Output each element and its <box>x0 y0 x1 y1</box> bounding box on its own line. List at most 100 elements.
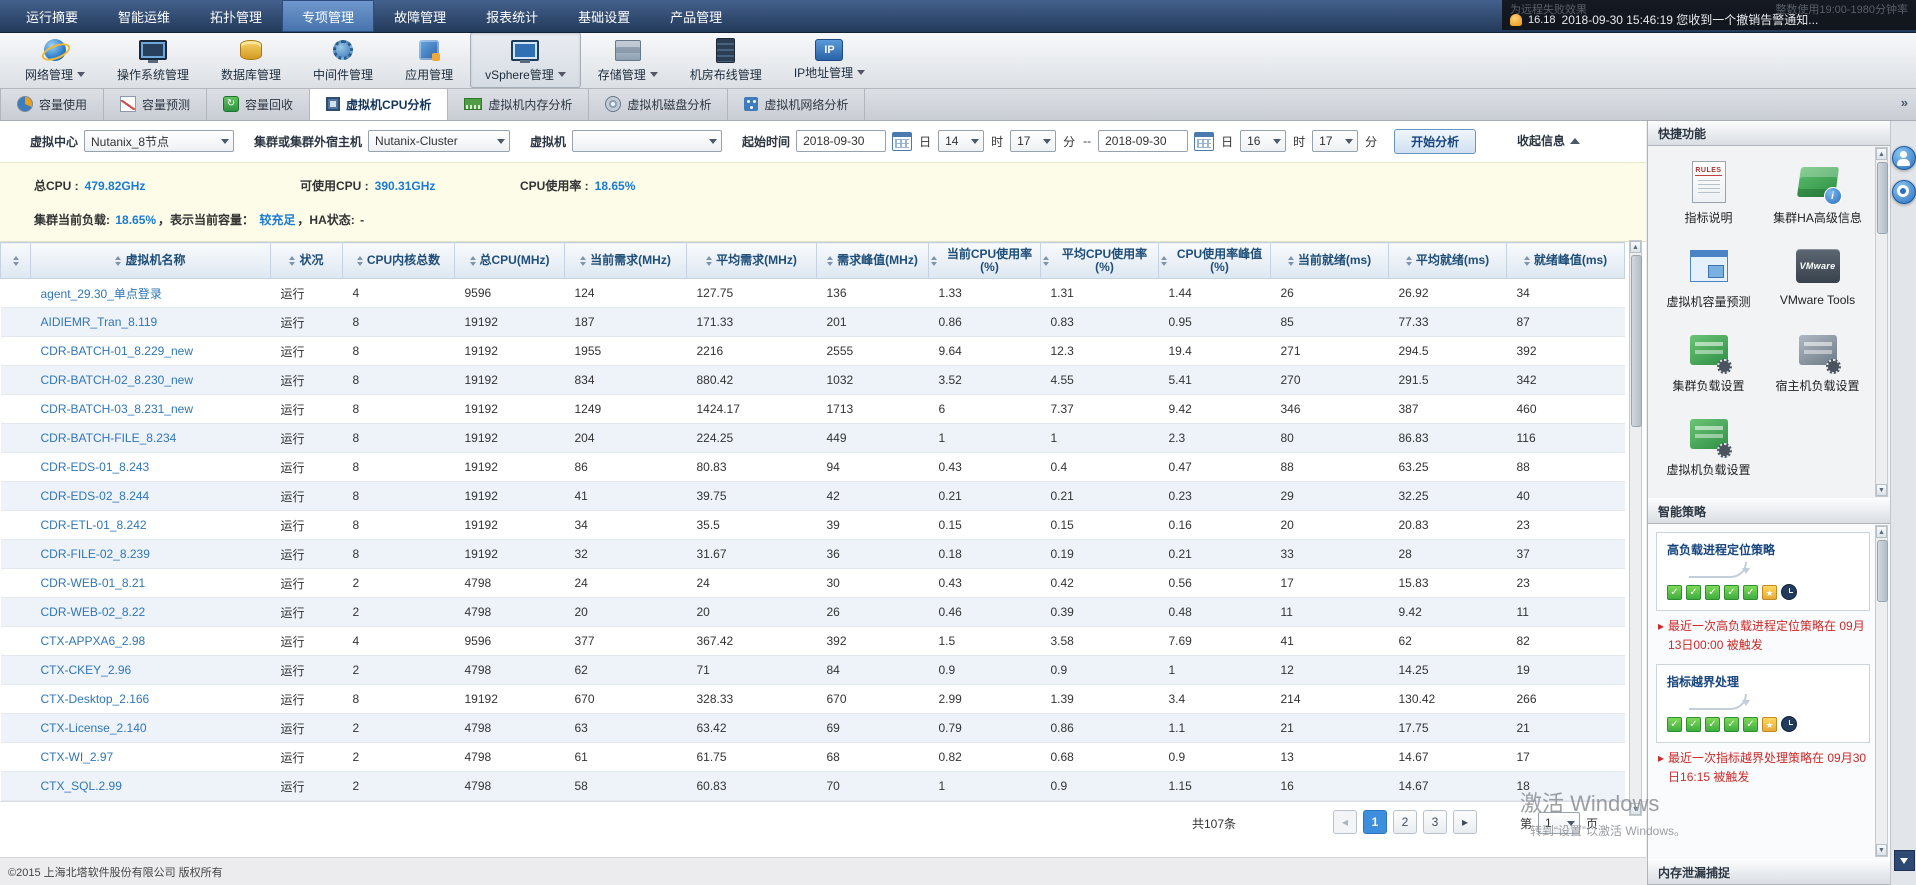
capacity-status-link[interactable]: 较充足 <box>259 211 295 228</box>
column-header[interactable]: 平均需求(MHz) <box>686 242 817 279</box>
scrollbar-thumb[interactable] <box>1631 255 1642 427</box>
column-header[interactable]: 当前CPU使用率(%) <box>928 242 1041 279</box>
tool-item-机房布线管理[interactable]: 机房布线管理 <box>675 32 777 88</box>
tools-float-icon[interactable] <box>1891 180 1916 204</box>
quick-item-宿主机负载设置[interactable]: 宿主机负载设置 <box>1763 328 1872 394</box>
tab-虚拟机网络分析[interactable]: 虚拟机网络分析 <box>728 88 866 120</box>
scrollbar-thumb[interactable] <box>1877 540 1888 602</box>
calendar-icon[interactable] <box>1194 131 1215 151</box>
vm-select[interactable] <box>572 130 723 152</box>
quick-item-集群负载设置[interactable]: 集群负载设置 <box>1654 328 1763 394</box>
vm-name-link[interactable]: CDR-BATCH-FILE_8.234 <box>41 431 177 445</box>
nav-item-拓扑管理[interactable]: 拓扑管理 <box>190 0 282 32</box>
column-header[interactable]: 当前需求(MHz) <box>564 242 687 279</box>
scroll-up-icon[interactable]: ▲ <box>1876 148 1887 160</box>
vm-name-link[interactable]: CDR-BATCH-01_8.229_new <box>41 344 194 358</box>
column-header[interactable] <box>0 242 31 279</box>
column-header[interactable]: 状况 <box>270 242 343 279</box>
end-hour-select[interactable]: 16 <box>1240 130 1287 152</box>
column-header[interactable]: 需求峰值(MHz) <box>816 242 929 279</box>
vm-name-link[interactable]: CDR-BATCH-03_8.231_new <box>41 402 194 416</box>
tab-容量回收[interactable]: 容量回收 <box>207 88 311 120</box>
nav-item-产品管理[interactable]: 产品管理 <box>650 0 742 32</box>
nav-item-故障管理[interactable]: 故障管理 <box>374 0 466 32</box>
calendar-icon[interactable] <box>892 131 913 151</box>
quick-item-指标说明[interactable]: RULES 指标说明 <box>1654 160 1763 226</box>
notification-toast[interactable]: 为远程失败效果 整数使用19:00-1980分钟率 16.18 2018-09-… <box>1502 0 1916 30</box>
tool-item-操作系统管理[interactable]: 操作系统管理 <box>102 32 204 88</box>
expand-more-icon[interactable]: » <box>1901 95 1908 110</box>
notification-message[interactable]: 2018-09-30 15:46:19 您收到一个撤销告警通知... <box>1562 11 1819 28</box>
vm-name-link[interactable]: CDR-EDS-02_8.244 <box>41 489 150 503</box>
nav-item-基础设置[interactable]: 基础设置 <box>558 0 650 32</box>
vm-name-link[interactable]: CTX-Desktop_2.166 <box>41 692 150 706</box>
tool-item-数据库管理[interactable]: 数据库管理 <box>206 32 296 88</box>
tool-item-IP地址管理[interactable]: IP IP地址管理 <box>779 32 880 88</box>
nav-item-运行摘要[interactable]: 运行摘要 <box>6 0 98 32</box>
strategy-panel-header[interactable]: 智能策略 <box>1648 498 1890 524</box>
page-button-2[interactable]: 2 <box>1393 810 1417 834</box>
prev-page-button[interactable]: ◂ <box>1333 810 1357 834</box>
scroll-corner-button[interactable] <box>1894 850 1915 871</box>
vm-name-link[interactable]: CTX-APPXA6_2.98 <box>41 634 146 648</box>
nav-item-智能运维[interactable]: 智能运维 <box>98 0 190 32</box>
tab-虚拟机内存分析[interactable]: 虚拟机内存分析 <box>448 88 590 120</box>
page-select[interactable]: 1 <box>1538 812 1581 834</box>
tab-虚拟机磁盘分析[interactable]: 虚拟机磁盘分析 <box>589 88 729 120</box>
vcenter-select[interactable]: Nutanix_8节点 <box>84 130 235 152</box>
vm-name-link[interactable]: CDR-EDS-01_8.243 <box>41 460 150 474</box>
nav-item-专项管理[interactable]: 专项管理 <box>282 0 375 32</box>
scroll-down-icon[interactable]: ▼ <box>1876 484 1887 496</box>
tool-item-中间件管理[interactable]: 中间件管理 <box>298 32 388 88</box>
vm-name-link[interactable]: CDR-WEB-01_8.21 <box>41 576 146 590</box>
vm-name-link[interactable]: AIDIEMR_Tran_8.119 <box>41 315 158 329</box>
table-scrollbar[interactable]: ▲ ▼ <box>1629 240 1642 816</box>
quick-panel-header[interactable]: 快捷功能 <box>1648 120 1890 146</box>
start-date-input[interactable]: 2018-09-30 <box>796 130 887 152</box>
column-header[interactable]: 平均就绪(ms) <box>1388 242 1507 279</box>
strategy-scrollbar[interactable]: ▲ ▼ <box>1875 525 1888 857</box>
scroll-up-icon[interactable]: ▲ <box>1876 526 1887 538</box>
column-header[interactable]: CPU内核总数 <box>342 242 455 279</box>
vm-name-link[interactable]: CDR-WEB-02_8.22 <box>41 605 146 619</box>
cluster-select[interactable]: Nutanix-Cluster <box>368 130 511 152</box>
nav-item-报表统计[interactable]: 报表统计 <box>466 0 558 32</box>
vm-name-link[interactable]: CDR-ETL-01_8.242 <box>41 518 147 532</box>
memory-leak-header[interactable]: 内存泄漏捕捉 <box>1648 859 1890 885</box>
tab-虚拟机CPU分析[interactable]: 虚拟机CPU分析 <box>310 88 449 120</box>
column-header[interactable]: 总CPU(MHz) <box>454 242 565 279</box>
start-hour-select[interactable]: 14 <box>938 130 985 152</box>
quick-item-VMware Tools[interactable]: VMware VMware Tools <box>1763 244 1872 310</box>
vm-name-link[interactable]: CTX_SQL.2.99 <box>41 779 122 793</box>
vm-name-link[interactable]: CDR-BATCH-02_8.230_new <box>41 373 194 387</box>
column-header[interactable]: CPU使用率峰值(%) <box>1158 242 1271 279</box>
end-date-input[interactable]: 2018-09-30 <box>1098 130 1189 152</box>
vm-name-link[interactable]: CDR-FILE-02_8.239 <box>41 547 150 561</box>
next-page-button[interactable]: ▸ <box>1453 810 1477 834</box>
column-header[interactable]: 虚拟机名称 <box>30 242 271 279</box>
page-button-1[interactable]: 1 <box>1363 810 1387 834</box>
service-float-icon[interactable] <box>1891 146 1916 170</box>
vm-name-link[interactable]: CTX-WI_2.97 <box>41 750 114 764</box>
tool-item-存储管理[interactable]: 存储管理 <box>583 32 673 88</box>
column-header[interactable]: 平均CPU使用率(%) <box>1040 242 1159 279</box>
column-header[interactable]: 当前就绪(ms) <box>1270 242 1389 279</box>
analyze-button[interactable]: 开始分析 <box>1394 128 1477 154</box>
scroll-down-icon[interactable]: ▼ <box>1876 844 1887 856</box>
tool-item-网络管理[interactable]: 网络管理 <box>10 32 100 88</box>
tab-容量使用[interactable]: 容量使用 <box>0 88 105 120</box>
collapse-info-button[interactable]: 收起信息 <box>1517 132 1580 149</box>
quick-panel-scrollbar[interactable]: ▲ ▼ <box>1875 147 1888 497</box>
quick-item-集群HA高级信息[interactable]: i 集群HA高级信息 <box>1763 160 1872 226</box>
end-minute-select[interactable]: 17 <box>1312 130 1359 152</box>
start-minute-select[interactable]: 17 <box>1010 130 1057 152</box>
quick-item-虚拟机容量预测[interactable]: 虚拟机容量预测 <box>1654 244 1763 310</box>
scroll-down-icon[interactable]: ▼ <box>1630 803 1641 815</box>
vm-name-link[interactable]: CTX-License_2.140 <box>41 721 147 735</box>
scrollbar-thumb[interactable] <box>1877 162 1888 234</box>
page-button-3[interactable]: 3 <box>1423 810 1447 834</box>
vm-name-link[interactable]: agent_29.30_单点登录 <box>41 287 162 301</box>
tool-item-vSphere管理[interactable]: vSphere管理 <box>470 32 581 88</box>
vm-name-link[interactable]: CTX-CKEY_2.96 <box>41 663 132 677</box>
tab-容量预测[interactable]: 容量预测 <box>104 88 208 120</box>
